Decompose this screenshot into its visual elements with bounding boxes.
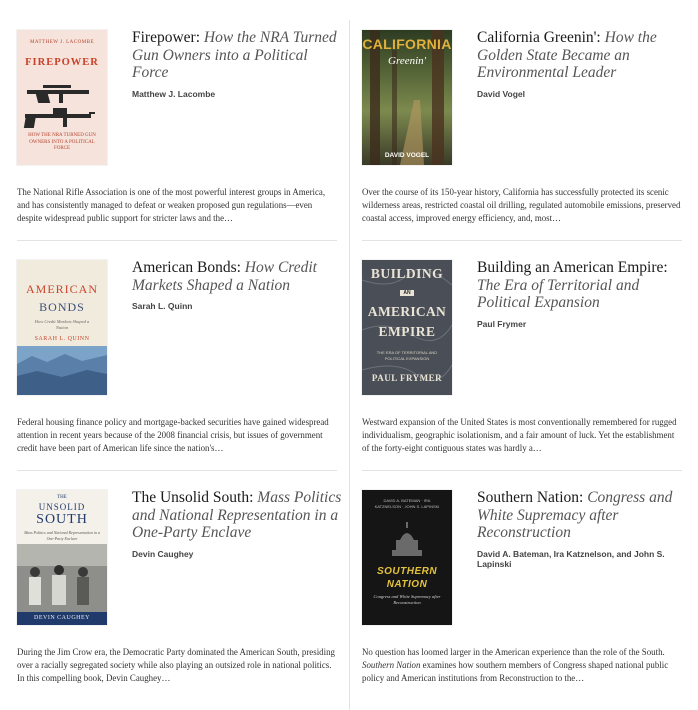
book-title-main: California Greenin': [477,29,601,46]
cover-title: CALIFORNIA [362,36,452,52]
cover-author: PAUL FRYMER [371,373,443,383]
row-divider [362,470,682,471]
book-title-main: Building an American Empire: [477,259,668,276]
book-description: Westward expansion of the United States … [362,417,677,453]
cover-author: DEVIN CAUGHEY [34,615,90,621]
column-divider [349,20,350,710]
cover-title-script: Greenin' [388,55,426,67]
cover-subtitle: THE ERA OF TERRITORIAL AND POLITICAL EXP… [376,350,438,361]
book-title-link[interactable]: California Greenin': How the Golden Stat… [477,29,687,82]
cover-authors: DAVID A. BATEMAN · IRA KATZNELSON · JOHN… [374,498,440,509]
cover-title-line2: AMERICAN [367,304,447,319]
historic-photo [17,544,107,612]
cover-title: BUILDING [370,266,444,281]
book-description: Over the course of its 150-year history,… [362,187,681,223]
book-author[interactable]: Paul Frymer [477,319,687,329]
cover-title: FIREPOWER [25,57,99,68]
cover-title-line3: EMPIRE [378,324,436,339]
cover-title: AMERICAN [25,282,98,296]
cover-title: SOUTHERN [376,566,438,577]
cover-author: MATTHEW J. LACOMBE [29,40,95,45]
book-description: Federal housing finance policy and mortg… [17,417,329,453]
book-title-main: American Bonds: [132,259,241,276]
book-description: During the Jim Crow era, the Democratic … [17,647,335,683]
row-divider [17,470,337,471]
cover-title-an: AN [362,290,452,296]
book-description: No question has loomed larger in the Ame… [362,647,669,683]
book-title-emphasis: Southern Nation [362,660,421,670]
cover-author: DAVID VOGEL [384,152,430,159]
book-title-main: Southern Nation: [477,489,584,506]
cover-subtitle: Congress and White Supremacy after Recon… [373,594,441,605]
capitol-icon [392,522,422,556]
book-title-link[interactable]: Building an American Empire: The Era of … [477,259,687,312]
landscape-image [17,346,107,395]
book-title-link[interactable]: Southern Nation: Congress and White Supr… [477,489,687,542]
cover-title-line2: SOUTH [36,512,88,527]
book-author[interactable]: David Vogel [477,89,687,99]
book-title-link[interactable]: American Bonds: How Credit Markets Shape… [132,259,342,294]
cover-title: UNSOLID [38,502,86,512]
book-cover-firepower[interactable]: MATTHEW J. LACOMBE FIREPOWER HOW THE NRA… [17,30,107,165]
book-grid: MATTHEW J. LACOMBE FIREPOWER HOW THE NRA… [0,0,698,710]
book-author[interactable]: Sarah L. Quinn [132,301,342,311]
book-author[interactable]: Devin Caughey [132,549,342,559]
book-cover-california-greenin[interactable]: CALIFORNIA Greenin' DAVID VOGEL [362,30,452,165]
book-description: The National Rifle Association is one of… [17,187,326,223]
book-title-link[interactable]: Firepower: How the NRA Turned Gun Owners… [132,29,342,82]
book-title-main: The Unsolid South: [132,489,254,506]
book-title-subtitle: The Era of Territorial and Political Exp… [477,276,640,312]
cover-subtitle: HOW THE NRA TURNED GUN OWNERS INTO A POL… [28,133,96,151]
row-divider [17,240,337,241]
book-cover-southern-nation[interactable]: DAVID A. BATEMAN · IRA KATZNELSON · JOHN… [362,490,452,625]
cover-title-line2: NATION [386,579,428,590]
cover-subtitle: Mass Politics and National Representatio… [24,530,100,541]
cover-title-the: THE [57,495,67,500]
rifles-icon [23,85,95,128]
book-title-link[interactable]: The Unsolid South: Mass Politics and Nat… [132,489,342,542]
book-cover-the-unsolid-south[interactable]: THE UNSOLID SOUTH Mass Politics and Nati… [17,490,107,625]
book-title-main: Firepower: [132,29,201,46]
book-cover-building-an-american-empire[interactable]: BUILDING AN AMERICAN EMPIRE THE ERA OF T… [362,260,452,395]
cover-author: SARAH L. QUINN [34,336,90,342]
book-cover-american-bonds[interactable]: AMERICAN BONDS How Credit Markets Shaped… [17,260,107,395]
book-author[interactable]: David A. Bateman, Ira Katznelson, and Jo… [477,549,687,569]
row-divider [362,240,682,241]
cover-title-line2: BONDS [39,300,85,314]
book-author[interactable]: Matthew J. Lacombe [132,89,342,99]
cover-subtitle: How Credit Markets Shaped a Nation [34,319,90,330]
